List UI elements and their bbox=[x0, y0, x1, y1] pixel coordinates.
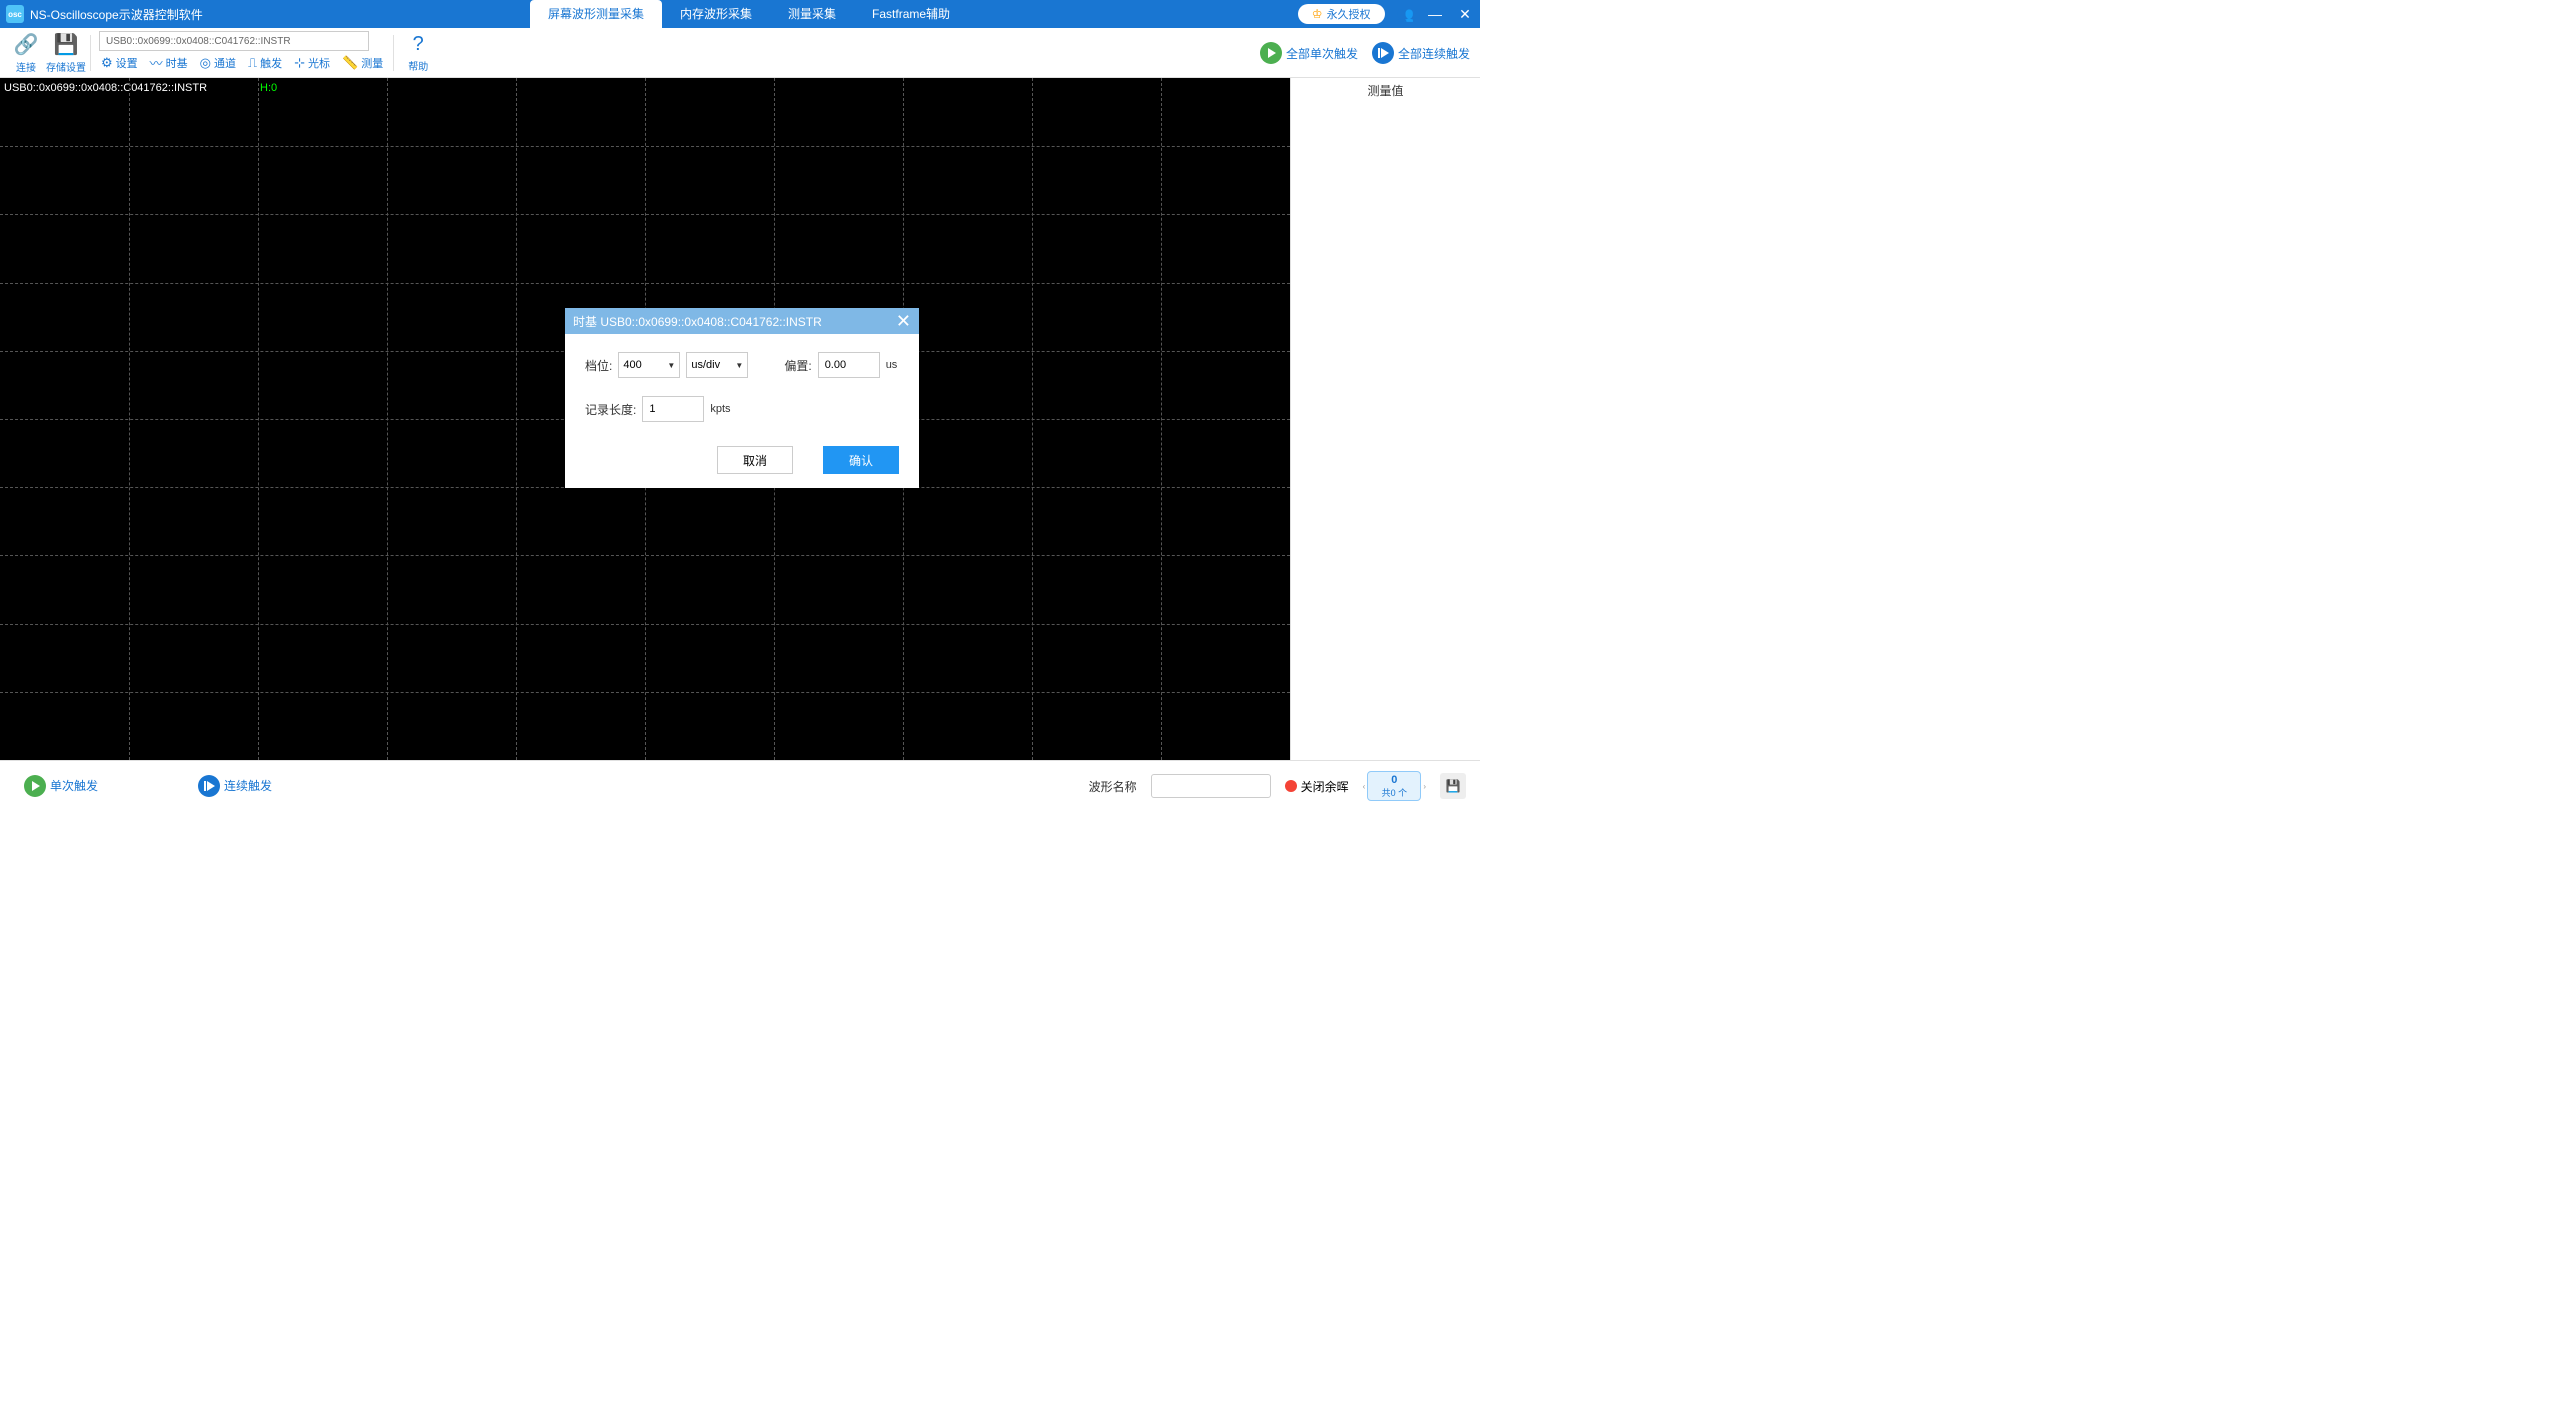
continuous-trigger-label: 连续触发 bbox=[224, 777, 272, 794]
separator bbox=[90, 35, 91, 71]
grid-line-horizontal bbox=[0, 692, 1290, 693]
measurements-title: 测量值 bbox=[1291, 78, 1480, 103]
wave-icon: 〰 bbox=[150, 53, 163, 72]
instrument-address[interactable]: USB0::0x0699::0x0408::C041762::INSTR bbox=[99, 31, 369, 51]
record-length-label: 记录长度: bbox=[585, 401, 636, 418]
save-frame-button[interactable]: 💾 bbox=[1440, 773, 1466, 799]
disk-icon: 💾 bbox=[1446, 779, 1461, 793]
scale-unit-select[interactable]: us/div bbox=[686, 352, 748, 378]
all-single-trigger-button[interactable]: 全部单次触发 bbox=[1260, 42, 1358, 64]
connect-label: 连接 bbox=[16, 59, 36, 74]
play-pause-icon bbox=[1372, 42, 1394, 64]
dialog-body: 档位: 400 us/div 偏置: us 记录长度: kpts 取消 确认 bbox=[565, 334, 919, 488]
scale-unit: us/div bbox=[691, 359, 720, 371]
toggle-dot-icon bbox=[1285, 780, 1297, 792]
license-label: 永久授权 bbox=[1327, 6, 1371, 22]
bottom-bar: 单次触发 连续触发 波形名称 关闭余晖 ‹ 0 共0 个 › 💾 bbox=[0, 760, 1480, 810]
timebase-button[interactable]: 〰时基 bbox=[144, 51, 194, 75]
ruler-icon: 📏 bbox=[342, 55, 358, 71]
timebase-dialog: 时基 USB0::0x0699::0x0408::C041762::INSTR … bbox=[565, 308, 919, 488]
target-icon: ◎ bbox=[200, 55, 211, 71]
grid-line-horizontal bbox=[0, 555, 1290, 556]
link-icon: 🔗 bbox=[14, 32, 39, 57]
users-icon[interactable]: 👥 bbox=[1397, 6, 1414, 23]
scale-value: 400 bbox=[623, 359, 641, 371]
storage-label: 存储设置 bbox=[46, 59, 86, 74]
help-label: 帮助 bbox=[408, 58, 428, 73]
measure-label: 测量 bbox=[361, 55, 383, 71]
main-tabs: 屏幕波形测量采集 内存波形采集 测量采集 Fastframe辅助 bbox=[530, 0, 968, 28]
cursor-button[interactable]: ⊹光标 bbox=[288, 51, 336, 75]
single-trigger-label: 单次触发 bbox=[50, 777, 98, 794]
grid-line-horizontal bbox=[0, 283, 1290, 284]
scope-address-label: USB0::0x0699::0x0408::C041762::INSTR bbox=[4, 82, 207, 94]
confirm-button[interactable]: 确认 bbox=[823, 446, 899, 474]
tool-stack: USB0::0x0699::0x0408::C041762::INSTR ⚙设置… bbox=[95, 30, 389, 76]
measurements-panel: 测量值 bbox=[1290, 78, 1480, 760]
grid-line-horizontal bbox=[0, 624, 1290, 625]
trigger-label: 触发 bbox=[260, 55, 282, 71]
cursor-icon: ⊹ bbox=[294, 55, 305, 71]
record-length-input[interactable] bbox=[642, 396, 704, 422]
connect-button[interactable]: 🔗 连接 bbox=[6, 30, 46, 76]
title-bar: osc NS-Oscilloscope示波器控制软件 屏幕波形测量采集 内存波形… bbox=[0, 0, 1480, 28]
wave-name-label: 波形名称 bbox=[1089, 778, 1137, 795]
counter-value: 0 bbox=[1391, 774, 1397, 786]
dialog-titlebar[interactable]: 时基 USB0::0x0699::0x0408::C041762::INSTR … bbox=[565, 308, 919, 334]
crown-icon: ♔ bbox=[1312, 7, 1323, 21]
separator bbox=[393, 35, 394, 71]
help-button[interactable]: ? 帮助 bbox=[398, 30, 438, 76]
play-pause-icon bbox=[198, 775, 220, 797]
record-length-unit: kpts bbox=[710, 403, 730, 415]
minimize-button[interactable]: — bbox=[1426, 6, 1444, 22]
single-trigger-button[interactable]: 单次触发 bbox=[24, 775, 98, 797]
counter-total: 共0 个 bbox=[1382, 786, 1408, 799]
scale-value-select[interactable]: 400 bbox=[618, 352, 680, 378]
offset-input[interactable] bbox=[818, 352, 880, 378]
dialog-title-text: 时基 USB0::0x0699::0x0408::C041762::INSTR bbox=[573, 313, 822, 330]
settings-label: 设置 bbox=[116, 55, 138, 71]
grid-line-horizontal bbox=[0, 214, 1290, 215]
storage-button[interactable]: 💾 存储设置 bbox=[46, 30, 86, 76]
all-single-label: 全部单次触发 bbox=[1286, 45, 1358, 62]
timebase-label: 时基 bbox=[166, 55, 188, 71]
trigger-icon: ⎍ bbox=[248, 55, 257, 71]
chevron-right-icon[interactable]: › bbox=[1423, 782, 1426, 791]
grid-line-horizontal bbox=[0, 146, 1290, 147]
cursor-label: 光标 bbox=[308, 55, 330, 71]
cancel-button[interactable]: 取消 bbox=[717, 446, 793, 474]
toolbar: 🔗 连接 💾 存储设置 USB0::0x0699::0x0408::C04176… bbox=[0, 28, 1480, 78]
all-cont-label: 全部连续触发 bbox=[1398, 45, 1470, 62]
continuous-trigger-button[interactable]: 连续触发 bbox=[198, 775, 272, 797]
trigger-button[interactable]: ⎍触发 bbox=[242, 51, 288, 75]
all-continuous-trigger-button[interactable]: 全部连续触发 bbox=[1372, 42, 1470, 64]
app-title: NS-Oscilloscope示波器控制软件 bbox=[30, 6, 203, 23]
tab-measure-capture[interactable]: 测量采集 bbox=[770, 0, 854, 28]
chevron-left-icon[interactable]: ‹ bbox=[1363, 782, 1366, 791]
channel-button[interactable]: ◎通道 bbox=[194, 51, 242, 75]
scale-label: 档位: bbox=[585, 357, 612, 374]
license-button[interactable]: ♔ 永久授权 bbox=[1298, 4, 1385, 24]
tab-screen-waveform[interactable]: 屏幕波形测量采集 bbox=[530, 0, 662, 28]
dialog-close-button[interactable]: ✕ bbox=[896, 311, 911, 332]
close-button[interactable]: ✕ bbox=[1456, 6, 1474, 23]
afterglow-label: 关闭余晖 bbox=[1301, 778, 1349, 795]
measure-button[interactable]: 📏测量 bbox=[336, 51, 389, 75]
offset-label: 偏置: bbox=[784, 357, 811, 374]
save-icon: 💾 bbox=[54, 32, 79, 57]
offset-unit: us bbox=[886, 359, 898, 371]
play-icon bbox=[1260, 42, 1282, 64]
channel-label: 通道 bbox=[214, 55, 236, 71]
settings-button[interactable]: ⚙设置 bbox=[95, 51, 144, 75]
tab-memory-waveform[interactable]: 内存波形采集 bbox=[662, 0, 770, 28]
play-icon bbox=[24, 775, 46, 797]
frame-counter[interactable]: ‹ 0 共0 个 › bbox=[1363, 771, 1426, 801]
tab-fastframe[interactable]: Fastframe辅助 bbox=[854, 0, 968, 28]
help-icon: ? bbox=[413, 33, 424, 56]
scope-h-indicator: H:0 bbox=[260, 82, 277, 94]
afterglow-toggle[interactable]: 关闭余晖 bbox=[1285, 778, 1349, 795]
wave-name-input[interactable] bbox=[1151, 774, 1271, 798]
app-icon: osc bbox=[6, 5, 24, 23]
gear-icon: ⚙ bbox=[101, 55, 113, 71]
